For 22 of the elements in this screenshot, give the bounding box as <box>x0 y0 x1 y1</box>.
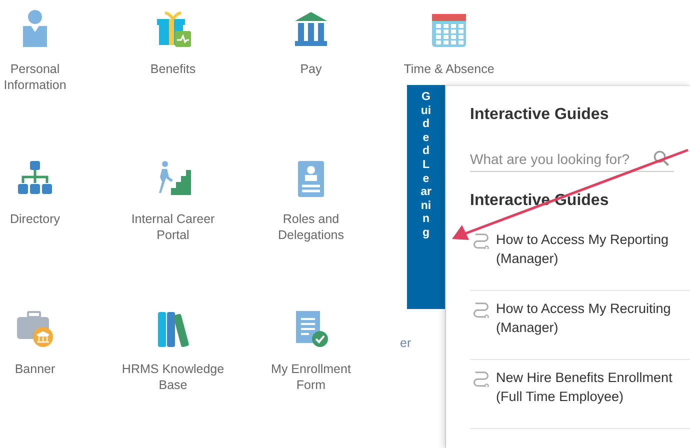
panel-title: Interactive Guides <box>470 106 610 124</box>
guide-item[interactable]: How to Access My Recruiting (Manager) <box>470 291 690 360</box>
tile-label[interactable]: Pay <box>259 61 363 77</box>
route-icon <box>472 300 490 318</box>
tile-label[interactable]: Personal Information <box>0 61 87 93</box>
guided-learning-tab[interactable]: Guided Learning <box>407 85 445 309</box>
tile-label[interactable]: HRMS Knowledge Base <box>121 361 225 393</box>
briefcase-icon[interactable] <box>15 309 55 349</box>
guide-item[interactable]: New Hire Benefits Enrollment (Full Time Employee) <box>470 360 690 429</box>
tile-label[interactable]: Benefits <box>121 61 225 77</box>
tile-label[interactable]: Internal Career Portal <box>121 211 225 243</box>
route-icon <box>472 231 490 249</box>
tile-label[interactable]: Roles and Delegations <box>259 211 363 243</box>
guide-item[interactable]: How to Access My Reporting (Manager) <box>470 222 690 291</box>
route-icon <box>472 369 490 387</box>
tile-label[interactable]: Directory <box>0 211 87 227</box>
search-icon[interactable] <box>653 150 670 167</box>
section-heading: Interactive Guides <box>470 192 610 210</box>
tile-label[interactable]: Banner <box>0 361 87 377</box>
tile-label: er <box>400 336 412 350</box>
tile-label[interactable]: Time & Absence <box>397 61 501 77</box>
tile-label[interactable]: My Enrollment Form <box>259 361 363 393</box>
